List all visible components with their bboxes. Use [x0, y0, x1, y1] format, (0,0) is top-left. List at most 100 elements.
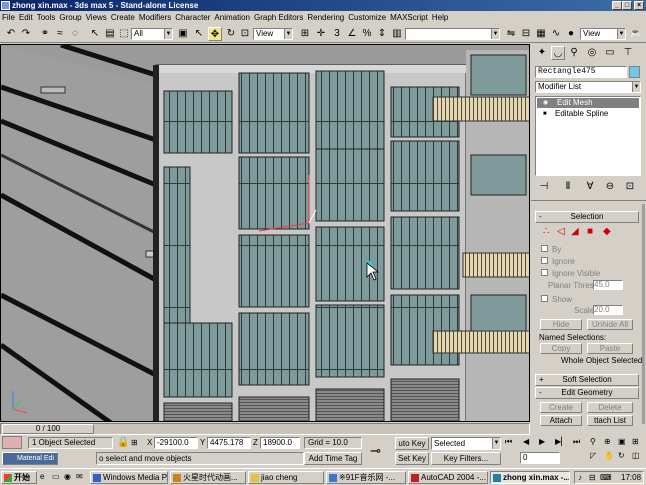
menu-file[interactable]: File — [0, 11, 17, 24]
material-editor-icon[interactable]: ● — [564, 27, 578, 41]
key-icon[interactable]: ⊸ — [370, 443, 381, 459]
render-view-dropdown[interactable]: View ▼ — [580, 28, 626, 40]
menu-character[interactable]: Character — [173, 11, 212, 24]
menu-edit[interactable]: Edit — [17, 11, 35, 24]
display-tab-icon[interactable]: ▭ — [603, 46, 617, 60]
minimize-button[interactable]: _ — [612, 1, 622, 10]
edit-geometry-rollout-header[interactable]: - Edit Geometry — [535, 387, 639, 399]
undo-icon[interactable]: ↶ — [4, 27, 18, 41]
auto-key-button[interactable]: uto Key — [395, 437, 429, 450]
select-cursor-icon[interactable]: ↖ — [192, 27, 206, 41]
material-editor-task[interactable]: Material Edi — [2, 452, 58, 465]
desktop-icon[interactable]: ▭ — [52, 472, 60, 481]
menu-customize[interactable]: Customize — [346, 11, 388, 24]
menu-graph-editors[interactable]: Graph Editors — [252, 11, 305, 24]
pin-stack-icon[interactable]: ⊣ — [537, 180, 551, 194]
modify-tab-icon[interactable]: ◡ — [551, 46, 565, 60]
angle-snap-icon[interactable]: ∠ — [345, 27, 359, 41]
arc-rotate-icon[interactable]: ↻ — [618, 451, 625, 460]
scale-icon[interactable]: ⊡ — [238, 27, 252, 41]
copy-button[interactable]: Copy — [540, 343, 582, 354]
x-coordinate[interactable]: -29100.0 — [154, 437, 198, 449]
add-time-tag-button[interactable]: Add Time Tag — [304, 452, 362, 465]
absolute-mode-icon[interactable]: ⊞ — [131, 438, 138, 447]
redo-icon[interactable]: ↷ — [19, 27, 33, 41]
lightbulb-icon[interactable]: ◉ — [543, 98, 548, 108]
link-icon[interactable]: ⚭ — [38, 27, 52, 41]
hierarchy-tab-icon[interactable]: ⚲ — [567, 46, 581, 60]
menu-maxscript[interactable]: MAXScript — [388, 11, 430, 24]
polygon-icon[interactable]: ■ — [587, 226, 593, 237]
zoom-extents-icon[interactable]: ▣ — [618, 437, 626, 446]
percent-snap-icon[interactable]: % — [360, 27, 374, 41]
face-icon[interactable]: ◢ — [571, 226, 579, 237]
soft-selection-rollout-header[interactable]: + Soft Selection — [535, 374, 639, 386]
manipulate-icon[interactable]: ✛ — [314, 27, 328, 41]
previous-frame-icon[interactable]: ◀ — [523, 437, 529, 446]
vertex-icon[interactable]: ∴ — [543, 226, 549, 237]
show-end-result-icon[interactable]: Ⅱ — [561, 180, 575, 194]
time-slider-thumb[interactable]: 0 / 100 — [2, 424, 94, 434]
rect-region-icon[interactable]: ⬚ — [117, 27, 131, 41]
menu-group[interactable]: Group — [57, 11, 83, 24]
taskbar-item-mars[interactable]: 火星时代动画... — [170, 471, 246, 484]
ref-coord-dropdown[interactable]: View ▼ — [253, 28, 293, 40]
pan-icon[interactable]: ✋ — [604, 451, 614, 460]
snap-3d-icon[interactable]: 3 — [330, 27, 344, 41]
element-icon[interactable]: ◆ — [603, 226, 611, 237]
by-checkbox[interactable] — [541, 245, 548, 252]
maximize-button[interactable]: □ — [622, 1, 632, 10]
y-coordinate[interactable]: 4475.178 — [207, 437, 251, 449]
move-icon[interactable]: ✥ — [208, 27, 222, 41]
network-icon[interactable]: ⊟ — [589, 473, 596, 482]
utilities-tab-icon[interactable]: ⊤ — [621, 46, 635, 60]
current-frame-spinner[interactable]: 0 — [520, 452, 560, 464]
ime-icon[interactable]: ⌨ — [600, 473, 612, 482]
go-to-end-icon[interactable]: ⏭ — [573, 437, 580, 447]
planar-thresh-spinner[interactable]: 45.0 — [593, 280, 623, 290]
make-unique-icon[interactable]: ∀ — [583, 180, 597, 194]
layer-icon[interactable]: ▦ — [534, 27, 548, 41]
taskbar-item-media-player[interactable]: Windows Media P... — [90, 471, 168, 484]
bind-warp-icon[interactable]: ◌ — [68, 27, 82, 41]
edge-icon[interactable]: ◁ — [557, 226, 565, 237]
ignore-visible-checkbox[interactable] — [541, 269, 548, 276]
spinner-snap-icon[interactable]: ⇕ — [375, 27, 389, 41]
taskbar-item-3dsmax[interactable]: zhong xin.max -... — [490, 471, 570, 484]
taskbar-item-music[interactable]: ※91F音乐网 -... — [326, 471, 406, 484]
attach-list-button[interactable]: ttach List — [587, 415, 633, 426]
named-selection-icon[interactable]: ▥ — [390, 27, 404, 41]
modifier-list-dropdown[interactable]: Modifier List ▼ — [535, 81, 641, 93]
selection-rollout-header[interactable]: - Selection — [535, 211, 639, 223]
menu-rendering[interactable]: Rendering — [305, 11, 346, 24]
stack-item-edit-mesh[interactable]: ◉ Edit Mesh — [537, 98, 639, 108]
ie-icon[interactable]: e — [40, 472, 44, 481]
pivot-center-icon[interactable]: ⊞ — [298, 27, 312, 41]
maximize-viewport-icon[interactable]: ◫ — [632, 451, 640, 460]
menu-views[interactable]: Views — [84, 11, 109, 24]
key-filters-button[interactable]: Key Filters... — [431, 452, 501, 465]
z-coordinate[interactable]: 18900.0 — [260, 437, 300, 449]
mirror-icon[interactable]: ⇋ — [504, 27, 518, 41]
stack-item-editable-spline[interactable]: ■ Editable Spline — [537, 109, 639, 119]
scale-spinner[interactable]: 20.0 — [593, 305, 623, 315]
show-checkbox[interactable] — [541, 295, 548, 302]
hide-button[interactable]: Hide — [540, 319, 582, 330]
select-by-name-icon[interactable]: ▤ — [103, 27, 117, 41]
select-icon[interactable]: ↖ — [88, 27, 102, 41]
attach-button[interactable]: Attach — [540, 415, 582, 426]
create-button[interactable]: Create — [540, 402, 582, 413]
maxscript-listener[interactable] — [2, 436, 22, 449]
start-button[interactable]: 开始 — [1, 471, 37, 484]
object-color-swatch[interactable] — [629, 66, 640, 78]
named-selection-dropdown[interactable]: ▼ — [405, 28, 500, 40]
remove-modifier-icon[interactable]: ⊖ — [603, 180, 617, 194]
volume-icon[interactable]: ♪ — [578, 473, 582, 482]
menu-help[interactable]: Help — [430, 11, 450, 24]
taskbar-item-autocad[interactable]: AutoCAD 2004 -... — [408, 471, 488, 484]
unlink-icon[interactable]: ≈ — [53, 27, 67, 41]
panel-scrollbar[interactable] — [642, 204, 645, 424]
next-frame-icon[interactable]: ▶▏ — [555, 437, 567, 446]
paste-button[interactable]: Paste — [587, 343, 633, 354]
zoom-icon[interactable]: ⚲ — [590, 437, 596, 446]
